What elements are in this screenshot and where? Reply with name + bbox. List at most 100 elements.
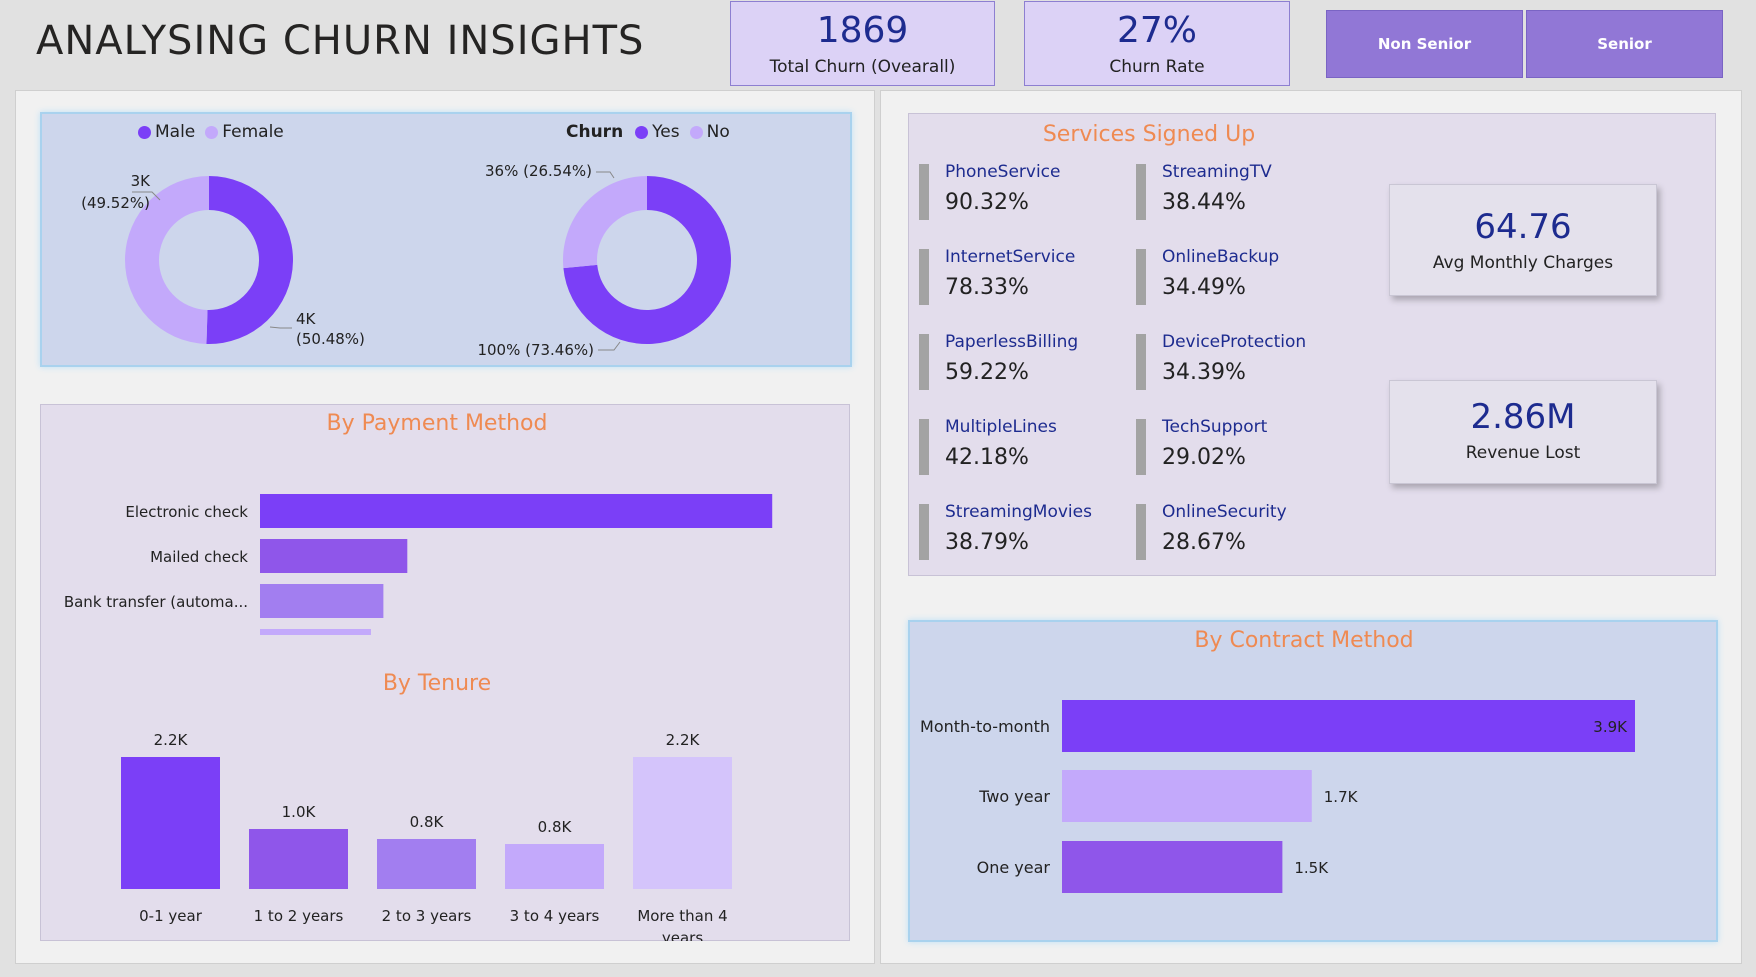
- tenure-category-label: 0-1 year: [139, 907, 203, 925]
- tenure-bar[interactable]: [121, 757, 220, 889]
- avg-monthly-card: 64.76 Avg Monthly Charges: [1389, 184, 1657, 296]
- service-percentage: 38.79%: [945, 530, 1029, 555]
- kpi-churn-rate: 27% Churn Rate: [1024, 1, 1290, 86]
- slicer-senior-button[interactable]: Senior: [1526, 10, 1723, 78]
- tenure-value-label: 0.8K: [538, 818, 573, 836]
- payment-title: By Payment Method: [326, 411, 548, 436]
- service-name: PhoneService: [945, 162, 1061, 182]
- kpi-total-churn: 1869 Total Churn (Ovearall): [730, 1, 995, 86]
- revenue-lost-value: 2.86M: [1470, 397, 1576, 437]
- service-accent-bar: [919, 504, 929, 560]
- kpi-total-churn-value: 1869: [816, 10, 909, 51]
- kpi-total-churn-label: Total Churn (Ovearall): [769, 57, 956, 77]
- contract-value-label: 1.5K: [1294, 859, 1329, 877]
- churn-yes-label: 36% (26.54%): [484, 162, 592, 180]
- tenure-category-label: 2 to 3 years: [382, 907, 472, 925]
- kpi-churn-rate-value: 27%: [1116, 10, 1197, 51]
- service-percentage: 78.33%: [945, 275, 1029, 300]
- service-percentage: 34.39%: [1162, 360, 1246, 385]
- contract-category-label: One year: [977, 858, 1051, 877]
- page-title: ANALYSING CHURN INSIGHTS: [36, 18, 645, 64]
- tenure-category-label: 3 to 4 years: [510, 907, 600, 925]
- service-accent-bar: [919, 249, 929, 305]
- payment-category-label: Bank transfer (automa...: [64, 593, 248, 611]
- tenure-value-label: 0.8K: [410, 813, 445, 831]
- contract-bar[interactable]: [1062, 770, 1312, 822]
- donut-slice-churn-yes[interactable]: [563, 176, 647, 269]
- service-percentage: 34.49%: [1162, 275, 1246, 300]
- service-name: OnlineSecurity: [1162, 502, 1287, 522]
- leader-line-male: [269, 326, 292, 329]
- service-percentage: 90.32%: [945, 190, 1029, 215]
- donut-card: Male Female Churn Yes No 3K (49.52%) 4K …: [40, 112, 852, 367]
- revenue-lost-card: 2.86M Revenue Lost: [1389, 380, 1657, 484]
- churn-no-label: 100% (73.46%): [477, 341, 594, 359]
- service-name: PaperlessBilling: [945, 332, 1079, 352]
- payment-bar[interactable]: [260, 494, 773, 528]
- tenure-chart: 2.2K 0-1 year 1.0K 1 to 2 years 0.8K 2 to 3 y…: [121, 731, 732, 941]
- gender-female-pct: (49.52%): [81, 194, 150, 212]
- tenure-category-label: More than 4: [637, 907, 727, 925]
- contract-value-label: 1.7K: [1324, 788, 1359, 806]
- service-accent-bar: [1136, 419, 1146, 475]
- donut-charts: [124, 171, 732, 351]
- service-percentage: 29.02%: [1162, 445, 1246, 470]
- contract-value-label: 3.9K: [1593, 718, 1628, 736]
- contract-title: By Contract Method: [1194, 628, 1414, 653]
- kpi-churn-rate-label: Churn Rate: [1109, 57, 1205, 77]
- gender-female-count: 3K: [130, 172, 150, 190]
- avg-monthly-label: Avg Monthly Charges: [1432, 253, 1614, 273]
- service-accent-bar: [1136, 504, 1146, 560]
- service-name: MultipleLines: [945, 417, 1057, 437]
- tenure-bar[interactable]: [249, 829, 348, 889]
- gender-donut: [124, 176, 293, 344]
- service-name: InternetService: [945, 247, 1076, 267]
- contract-bar[interactable]: [1062, 700, 1635, 752]
- churn-donut: [563, 176, 732, 344]
- payment-bar[interactable]: [260, 584, 384, 618]
- contract-card: By Contract Method Month-to-month 3.9K Two…: [908, 620, 1718, 942]
- services-title: Services Signed Up: [1042, 122, 1256, 147]
- payment-method-chart: Electronic check Mailed check Bank transfe…: [64, 494, 773, 635]
- tenure-bar[interactable]: [505, 844, 604, 889]
- service-accent-bar: [919, 164, 929, 220]
- service-accent-bar: [1136, 334, 1146, 390]
- service-percentage: 28.67%: [1162, 530, 1246, 555]
- leader-line-churn-no: [598, 341, 621, 351]
- service-name: StreamingTV: [1162, 162, 1272, 182]
- service-name: OnlineBackup: [1162, 247, 1280, 267]
- tenure-category-label: 1 to 2 years: [254, 907, 344, 925]
- gender-male-pct: (50.48%): [296, 330, 365, 348]
- service-percentage: 59.22%: [945, 360, 1029, 385]
- tenure-bar[interactable]: [633, 757, 732, 889]
- payment-bar[interactable]: [260, 629, 371, 635]
- service-name: DeviceProtection: [1162, 332, 1307, 352]
- contract-method-chart: Month-to-month 3.9K Two year 1.7K One year 1.…: [920, 700, 1635, 893]
- slicer-non-senior-button[interactable]: Non Senior: [1326, 10, 1523, 78]
- tenure-value-label: 2.2K: [154, 731, 189, 749]
- avg-monthly-value: 64.76: [1474, 207, 1572, 247]
- contract-bar[interactable]: [1062, 841, 1283, 893]
- services-card: Services Signed Up PhoneService 90.32% Str…: [908, 113, 1716, 576]
- service-percentage: 38.44%: [1162, 190, 1246, 215]
- contract-category-label: Two year: [978, 787, 1050, 806]
- service-name: StreamingMovies: [945, 502, 1092, 522]
- service-accent-bar: [919, 334, 929, 390]
- tenure-value-label: 2.2K: [666, 731, 701, 749]
- service-accent-bar: [1136, 164, 1146, 220]
- tenure-value-label: 1.0K: [282, 803, 317, 821]
- tenure-bar[interactable]: [377, 839, 476, 889]
- revenue-lost-label: Revenue Lost: [1465, 443, 1581, 463]
- service-name: TechSupport: [1162, 417, 1268, 437]
- donut-slice-male[interactable]: [206, 176, 293, 344]
- contract-category-label: Month-to-month: [920, 717, 1050, 736]
- payment-bar[interactable]: [260, 539, 408, 573]
- service-percentage: 42.18%: [945, 445, 1029, 470]
- payment-category-label: Electronic check: [125, 503, 248, 521]
- service-accent-bar: [1136, 249, 1146, 305]
- service-accent-bar: [919, 419, 929, 475]
- payment-category-label: Mailed check: [150, 548, 248, 566]
- payment-tenure-card: By Payment Method By Tenure Electronic c…: [40, 404, 850, 941]
- tenure-title: By Tenure: [382, 671, 492, 696]
- gender-male-count: 4K: [296, 310, 316, 328]
